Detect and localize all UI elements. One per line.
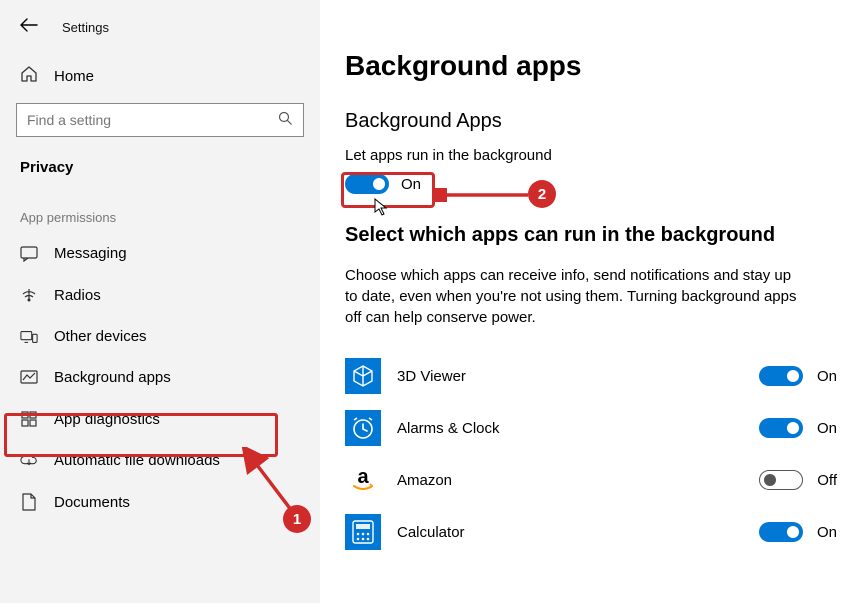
sidebar-item-label: Automatic file downloads [54, 452, 220, 469]
app-icon-alarms-clock [345, 410, 381, 446]
search-field[interactable] [27, 112, 278, 128]
diagnostics-icon [20, 410, 38, 428]
annotation-badge-1: 1 [283, 505, 311, 533]
app-toggle-calculator[interactable] [759, 522, 803, 542]
sidebar-item-app-diagnostics[interactable]: App diagnostics [0, 398, 320, 440]
sidebar-item-label: Background apps [54, 369, 171, 386]
sidebar-item-automatic-downloads[interactable]: Automatic file downloads [0, 440, 320, 481]
sidebar-item-documents[interactable]: Documents [0, 481, 320, 523]
home-nav[interactable]: Home [0, 57, 320, 103]
sidebar-item-label: App diagnostics [54, 411, 160, 428]
apps-section-heading: Select which apps can run in the backgro… [345, 224, 843, 247]
sidebar: Settings Home Privacy App permissions Me… [0, 0, 320, 603]
app-toggle-state: On [817, 368, 837, 385]
app-icon-calculator [345, 514, 381, 550]
devices-icon [20, 329, 38, 345]
sidebar-item-label: Documents [54, 494, 130, 511]
sidebar-item-label: Messaging [54, 245, 127, 262]
sidebar-item-label: Radios [54, 287, 101, 304]
svg-text:a: a [357, 466, 369, 488]
back-icon[interactable] [20, 18, 38, 37]
window-title: Settings [62, 20, 109, 35]
document-icon [20, 493, 38, 511]
sidebar-item-label: Other devices [54, 328, 147, 345]
download-icon [20, 454, 38, 468]
search-input[interactable] [16, 103, 304, 137]
app-row-3d-viewer: 3D Viewer On [345, 350, 843, 402]
app-toggle-amazon[interactable] [759, 470, 803, 490]
app-name: Amazon [397, 472, 743, 489]
page-title: Background apps [345, 50, 843, 82]
master-toggle-state: On [401, 176, 421, 193]
app-toggle-state: On [817, 524, 837, 541]
apps-section-description: Choose which apps can receive info, send… [345, 265, 800, 328]
home-icon [20, 65, 38, 87]
home-label: Home [54, 68, 94, 85]
app-toggle-state: Off [817, 472, 837, 489]
main-panel: Background apps Background Apps Let apps… [345, 0, 843, 558]
app-row-calculator: Calculator On [345, 506, 843, 558]
sidebar-item-messaging[interactable]: Messaging [0, 233, 320, 274]
app-toggle-3d-viewer[interactable] [759, 366, 803, 386]
sidebar-item-background-apps[interactable]: Background apps [0, 357, 320, 398]
app-name: 3D Viewer [397, 368, 743, 385]
background-icon [20, 370, 38, 386]
category-label: Privacy [0, 155, 320, 200]
message-icon [20, 246, 38, 262]
sidebar-item-radios[interactable]: Radios [0, 274, 320, 316]
app-icon-3d-viewer [345, 358, 381, 394]
app-name: Calculator [397, 524, 743, 541]
search-icon [278, 111, 293, 129]
sidebar-section-label: App permissions [0, 200, 320, 233]
app-icon-amazon: a [345, 462, 381, 498]
sub-title: Background Apps [345, 110, 843, 133]
radio-icon [20, 286, 38, 304]
app-toggle-alarms-clock[interactable] [759, 418, 803, 438]
annotation-badge-2: 2 [528, 180, 556, 208]
app-row-alarms-clock: Alarms & Clock On [345, 402, 843, 454]
master-toggle[interactable] [345, 174, 389, 194]
sidebar-item-other-devices[interactable]: Other devices [0, 316, 320, 357]
app-row-amazon: a Amazon Off [345, 454, 843, 506]
master-toggle-label: Let apps run in the background [345, 147, 843, 164]
app-toggle-state: On [817, 420, 837, 437]
app-name: Alarms & Clock [397, 420, 743, 437]
